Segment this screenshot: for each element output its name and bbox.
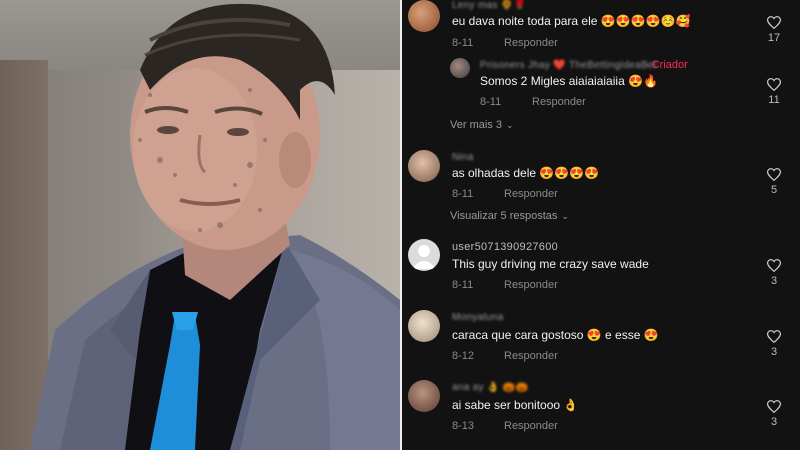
view-more-replies[interactable]: Ver mais 3 ⌄ — [450, 119, 514, 131]
chevron-down-icon: ⌄ — [561, 211, 569, 221]
reply-button[interactable]: Responder — [532, 96, 586, 108]
reply-button[interactable]: Responder — [504, 279, 558, 291]
avatar[interactable] — [408, 310, 440, 342]
reply-button[interactable]: Responder — [504, 37, 558, 49]
comment-text: caraca que cara gostoso 😍 e esse 😍 — [452, 328, 659, 342]
like-count: 3 — [770, 275, 778, 287]
chevron-down-icon: ⌄ — [505, 120, 514, 130]
heart-icon — [767, 78, 781, 91]
heart-icon — [767, 168, 781, 181]
comment-date: 8-13 — [452, 420, 475, 432]
comment-username[interactable]: Prisoners Jhay ❤️ TheBettingIdeaBet — [480, 60, 657, 71]
creator-badge: · Criador — [645, 59, 688, 71]
comment-item: Prisoners Jhay ❤️ TheBettingIdeaBet · Cr… — [402, 58, 800, 113]
user-silhouette-icon — [412, 245, 436, 269]
person-illustration — [30, 3, 400, 450]
comment-username[interactable]: ana ay 👌 🎃🎃 — [452, 382, 528, 393]
view-replies[interactable]: Visualizar 5 respostas ⌄ — [450, 210, 569, 222]
view-more-label: Ver mais 3 — [450, 119, 502, 131]
like-button[interactable]: 5 — [764, 168, 784, 196]
comment-item: ana ay 👌 🎃🎃 ai sabe ser bonitooo 👌 8-13 … — [402, 380, 800, 440]
heart-icon — [767, 16, 781, 29]
avatar[interactable] — [408, 150, 440, 182]
comment-username[interactable]: user5071390927600 — [452, 241, 558, 253]
like-count: 11 — [768, 94, 780, 106]
like-button[interactable]: 3 — [764, 400, 784, 428]
avatar[interactable] — [450, 58, 470, 78]
comment-item: Nina as olhadas dele 😍😍😍😍 8-11 Responder… — [402, 150, 800, 205]
reply-button[interactable]: Responder — [504, 188, 558, 200]
comment-item: Leny mas 🌻🌹 eu dava noite toda para ele … — [402, 0, 800, 60]
comment-text: This guy driving me crazy save wade — [452, 257, 649, 271]
like-button[interactable]: 3 — [764, 330, 784, 358]
comment-date: 8-11 — [452, 188, 474, 200]
reply-button[interactable]: Responder — [504, 350, 558, 362]
avatar[interactable] — [408, 380, 440, 412]
like-button[interactable]: 17 — [764, 16, 784, 44]
comment-text: ai sabe ser bonitooo 👌 — [452, 398, 579, 412]
like-count: 17 — [767, 32, 781, 44]
comment-username[interactable]: Leny mas 🌻🌹 — [452, 0, 526, 11]
comment-date: 8-11 — [452, 279, 474, 291]
avatar[interactable] — [408, 0, 440, 32]
comment-date: 8-11 — [480, 96, 502, 108]
heart-icon — [767, 330, 781, 343]
comment-date: 8-11 — [452, 37, 474, 49]
comment-item: user5071390927600 This guy driving me cr… — [402, 239, 800, 294]
comments-panel: Leny mas 🌻🌹 eu dava noite toda para ele … — [402, 0, 800, 450]
video-frame[interactable] — [0, 0, 400, 450]
like-button[interactable]: 3 — [764, 259, 784, 287]
comment-username[interactable]: Monyaluna — [452, 312, 504, 323]
comment-text: eu dava noite toda para ele 😍😍😍😍☺️🥰 — [452, 14, 691, 28]
comment-username[interactable]: Nina — [452, 152, 474, 163]
comment-item: Monyaluna caraca que cara gostoso 😍 e es… — [402, 310, 800, 365]
comment-text: as olhadas dele 😍😍😍😍 — [452, 166, 600, 180]
like-count: 5 — [770, 184, 778, 196]
like-count: 3 — [770, 416, 778, 428]
comment-text: Somos 2 Migles aiaiaiaiaiia 😍🔥 — [480, 74, 658, 88]
default-avatar-icon[interactable] — [408, 239, 440, 271]
like-count: 3 — [770, 346, 778, 358]
comment-date: 8-12 — [452, 350, 475, 362]
heart-icon — [767, 400, 781, 413]
reply-button[interactable]: Responder — [504, 420, 558, 432]
view-replies-label: Visualizar 5 respostas — [450, 210, 558, 222]
like-button[interactable]: 11 — [764, 78, 784, 106]
heart-icon — [767, 259, 781, 272]
